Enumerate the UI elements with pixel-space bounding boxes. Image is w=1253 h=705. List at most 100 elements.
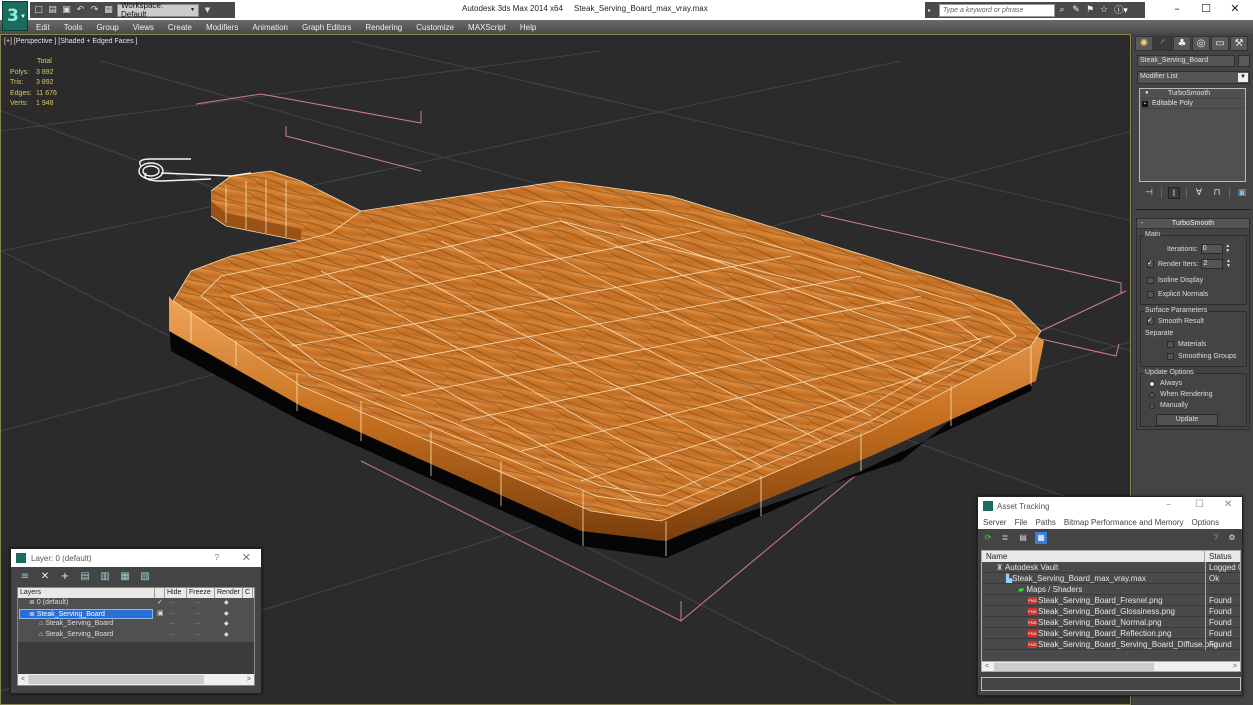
maximize-button[interactable]: ☐ [1195,499,1204,510]
materials-checkbox[interactable] [1167,341,1174,348]
smoothing-groups-option[interactable]: Smoothing Groups [1167,353,1236,360]
layer-dialog-titlebar[interactable]: Layer: 0 (default) ? ✕ [11,549,261,567]
asset-tracking-titlebar[interactable]: Asset Tracking – ☐ ✕ [978,497,1242,515]
update-when-rendering-radio[interactable] [1149,391,1155,398]
motion-tab-icon[interactable]: ◎ [1192,36,1210,51]
close-button[interactable]: ✕ [1220,0,1250,20]
modify-tab-icon[interactable]: ◜ [1154,36,1172,51]
isoline-display-option[interactable]: Isoline Display [1147,277,1203,284]
help-button[interactable]: ? [215,553,219,562]
configure-modifier-sets-icon[interactable]: ▣ [1236,187,1248,199]
detail-view-icon[interactable]: ▤ [1017,532,1029,544]
col-current[interactable] [155,588,165,598]
explicit-normals-checkbox[interactable] [1147,291,1154,298]
horizontal-scrollbar[interactable]: < > [18,674,254,685]
menu-bitmap-performance[interactable]: Bitmap Performance and Memory [1064,518,1184,527]
asset-row[interactable]: PNGSteak_Serving_Board_Normal.png Found [982,617,1240,628]
list-view-icon[interactable]: ≣ [999,532,1011,544]
undo-icon[interactable]: ↶ [75,5,86,16]
close-button[interactable]: ✕ [242,551,251,564]
new-file-icon[interactable]: □ [33,5,44,16]
freeze-toggle[interactable]: — [194,630,200,640]
hide-all-layers-icon[interactable]: ▦ [119,571,131,583]
smooth-result-option[interactable]: Smooth Result [1147,316,1204,325]
col-name[interactable]: Name [982,551,1205,562]
update-manually-option[interactable]: Manually [1149,402,1188,409]
menu-rendering[interactable]: Rendering [365,23,402,32]
scrollbar-thumb[interactable] [28,675,204,684]
layer-row[interactable]: ≣ Steak_Serving_Board ▣ — — ◆ [18,608,254,620]
col-status[interactable]: Status [1205,551,1232,562]
col-color[interactable]: C [243,588,253,598]
freeze-all-layers-icon[interactable]: ▧ [139,571,151,583]
pin-stack-icon[interactable]: ⊣ [1143,187,1155,199]
hide-toggle[interactable]: — [169,630,175,640]
project-folder-icon[interactable]: ▦ [103,5,114,16]
layer-row[interactable]: ⌂ Steak_Serving_Board — — ◆ [18,630,254,641]
render-iters-input[interactable]: 2 [1201,259,1224,269]
asset-path-field[interactable] [981,677,1241,691]
hide-toggle[interactable]: — [169,609,175,619]
render-teapot-icon[interactable]: ◆ [224,630,229,640]
save-icon[interactable]: ▣ [61,5,72,16]
scroll-right-icon[interactable]: > [247,674,251,685]
customize-toolbar-icon[interactable]: ▼ [202,5,213,16]
menu-maxscript[interactable]: MAXScript [468,23,506,32]
select-objects-in-layer-icon[interactable]: ▤ [79,571,91,583]
isoline-display-checkbox[interactable] [1147,277,1154,284]
scrollbar-thumb[interactable] [994,663,1154,671]
hide-toggle[interactable]: — [169,598,175,608]
close-button[interactable]: ✕ [1224,499,1232,510]
smooth-result-checkbox[interactable] [1147,316,1154,325]
layer-row[interactable]: ⌂ Steak_Serving_Board — — ◆ [18,619,254,630]
scroll-left-icon[interactable]: < [21,674,25,685]
search-input[interactable]: Type a keyword or phrase [939,3,1056,17]
col-layers[interactable]: Layers [18,588,155,598]
col-render[interactable]: Render [215,588,243,598]
menu-paths[interactable]: Paths [1035,518,1055,527]
create-tab-icon[interactable]: ✺ [1135,36,1153,51]
viewport-label-menu[interactable]: [+] [Perspective ] [Shaded + Edged Faces… [4,38,137,45]
open-file-icon[interactable]: ▤ [47,5,58,16]
col-hide[interactable]: Hide [165,588,187,598]
expand-arrow-icon[interactable]: ▸ [928,7,931,14]
freeze-toggle[interactable]: — [194,609,200,619]
stack-item-turbosmooth[interactable]: ● TurboSmooth [1140,89,1245,99]
workspace-dropdown[interactable]: Workspace: Default ▼ [117,1,199,19]
update-always-option[interactable]: Always [1149,380,1182,387]
menu-help[interactable]: Help [520,23,536,32]
object-color-swatch[interactable] [1238,55,1250,67]
remove-modifier-icon[interactable]: ⊓ [1211,187,1223,199]
asset-row[interactable]: ▙Steak_Serving_Board_max_vray.max Ok [982,573,1240,584]
binoculars-search-icon[interactable]: ⌕ [1055,3,1069,17]
menu-options[interactable]: Options [1192,518,1220,527]
display-tab-icon[interactable]: ▭ [1211,36,1229,51]
rollout-header[interactable]: - TurboSmooth [1137,219,1249,229]
delete-layer-icon[interactable]: ✕ [39,571,51,583]
make-unique-icon[interactable]: ∀ [1193,187,1205,199]
create-layer-icon[interactable]: ≡ [19,571,31,583]
render-teapot-icon[interactable]: ◆ [224,609,229,619]
menu-views[interactable]: Views [133,23,154,32]
hierarchy-tab-icon[interactable]: ♣ [1173,36,1191,51]
menu-server[interactable]: Server [983,518,1007,527]
horizontal-scrollbar[interactable]: < > [981,661,1241,672]
stack-item-editable-poly[interactable]: + Editable Poly [1140,99,1245,109]
materials-option[interactable]: Materials [1167,341,1206,348]
render-iters-checkbox[interactable] [1147,259,1154,268]
asset-row[interactable]: ▰ Maps / Shaders [982,584,1240,595]
show-end-result-icon[interactable]: I [1168,187,1180,199]
smoothing-groups-checkbox[interactable] [1167,353,1174,360]
menu-tools[interactable]: Tools [64,23,83,32]
minimize-button[interactable]: – [1162,0,1192,20]
application-menu-button[interactable]: 3 ▼ [2,1,28,31]
asset-row[interactable]: PNGSteak_Serving_Board_Glossiness.png Fo… [982,606,1240,617]
modifier-list-dropdown[interactable]: Modifier List ▼ [1137,71,1250,84]
asset-row[interactable]: PNGSteak_Serving_Board_Reflection.png Fo… [982,628,1240,639]
menu-customize[interactable]: Customize [416,23,454,32]
current-layer-check-icon[interactable]: ✓ [157,598,163,608]
explicit-normals-option[interactable]: Explicit Normals [1147,291,1208,298]
object-name-field[interactable]: Steak_Serving_Board [1137,55,1235,67]
render-teapot-icon[interactable]: ◆ [224,619,229,629]
menu-animation[interactable]: Animation [252,23,288,32]
